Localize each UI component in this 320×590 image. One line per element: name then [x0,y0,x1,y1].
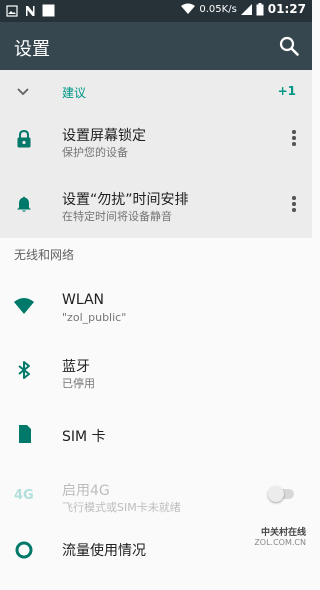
more-options-icon[interactable] [288,196,300,214]
data-usage-icon [15,541,33,559]
system-icons: 0.05K/s 01:27 [181,2,306,16]
lock-icon [17,130,31,148]
network-speed: 0.05K/s [199,3,237,15]
search-icon[interactable] [278,35,300,57]
toggle-knob [268,486,284,502]
settings-item-sim-card[interactable]: SIM 卡 [0,404,312,466]
watermark-brand: 中关村在线 [260,528,306,538]
suggestion-screen-lock[interactable]: 设置屏幕锁定 保护您的设备 [0,106,312,168]
suggestion-title: 设置“勿扰”时间安排 [62,192,189,208]
white-square-notification-icon [42,4,55,17]
suggestion-do-not-disturb[interactable]: 设置“勿扰”时间安排 在特定时间将设备静音 [0,170,312,232]
status-bar: 0.05K/s 01:27 [0,0,312,22]
app-bar: 设置 [0,22,312,70]
watermark-url: ZOL.COM.CN [254,538,306,547]
wifi-status-icon [181,3,196,14]
battery-icon [256,2,264,15]
item-subtitle: 已停用 [62,377,95,390]
sim-card-icon [19,425,31,443]
item-title: 流量使用情况 [62,543,146,559]
suggestions-count: +1 [277,84,296,98]
suggestions-title: 建议 [62,86,87,100]
clock: 01:27 [267,2,306,16]
settings-item-enable-4g[interactable]: 4G 启用4G 飞行模式或SIM卡未就绪 [0,466,312,528]
bell-icon [17,196,31,212]
settings-item-wlan[interactable]: WLAN "zol_public" [0,276,312,338]
notification-icons [6,4,55,17]
suggestion-subtitle: 保护您的设备 [62,146,128,159]
section-header-wireless: 无线和网络 [14,248,75,262]
wifi-icon [14,298,34,314]
item-title: 启用4G [62,483,110,499]
4g-icon: 4G [14,488,34,503]
suggestion-title: 设置屏幕锁定 [62,128,146,144]
bluetooth-icon [18,361,30,379]
item-title: WLAN [62,292,105,308]
more-options-icon[interactable] [288,130,300,148]
item-title: SIM 卡 [62,429,106,445]
enable-4g-toggle[interactable] [268,486,296,502]
item-subtitle: "zol_public" [62,311,127,324]
item-title: 蓝牙 [62,359,90,375]
image-notification-icon [6,4,18,17]
suggestions-panel: 建议 +1 设置屏幕锁定 保护您的设备 设置“勿扰”时间安排 在特定时间将设备静… [0,70,312,238]
n-notification-icon [26,5,35,16]
settings-item-bluetooth[interactable]: 蓝牙 已停用 [0,340,312,402]
watermark: 中关村在线 ZOL.COM.CN [254,525,306,547]
item-subtitle: 飞行模式或SIM卡未就绪 [62,501,181,514]
chevron-down-icon[interactable] [16,86,30,98]
signal-icon [240,3,252,15]
page-title: 设置 [14,39,50,60]
suggestion-subtitle: 在特定时间将设备静音 [62,210,172,223]
